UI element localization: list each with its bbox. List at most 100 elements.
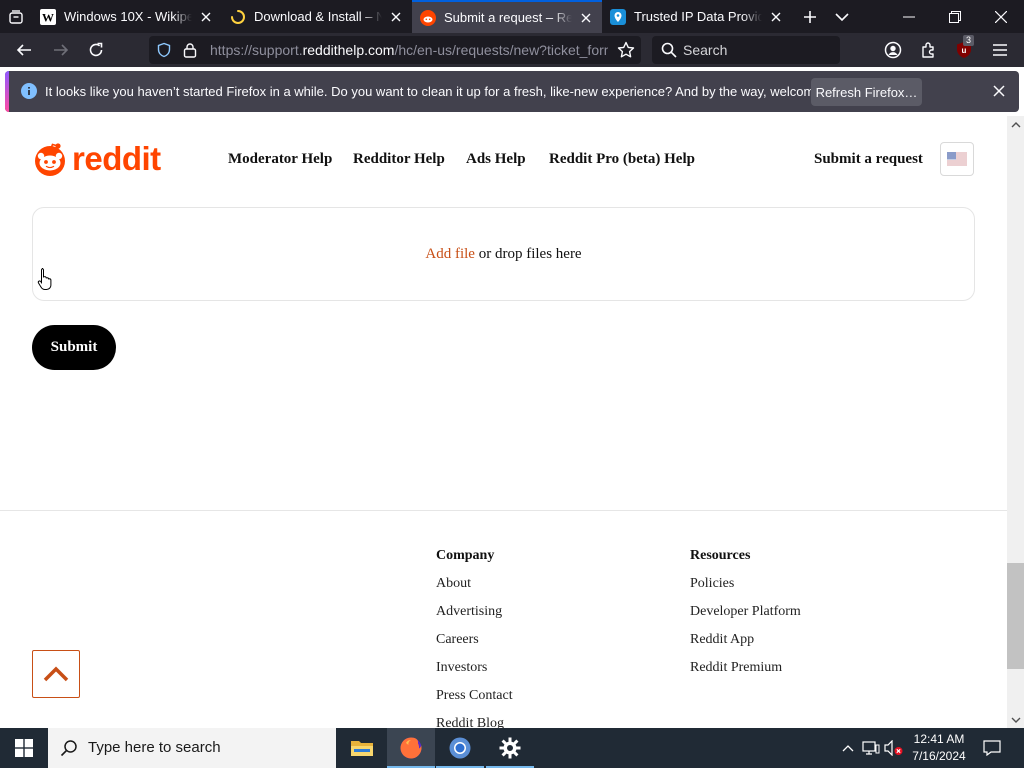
nav-moderator-help[interactable]: Moderator Help (228, 151, 332, 168)
url-bar[interactable]: https://support.reddithelp.com/hc/en-us/… (149, 36, 641, 64)
navigation-toolbar: https://support.reddithelp.com/hc/en-us/… (0, 33, 1024, 67)
tab-title: Submit a request – Reddit (444, 10, 572, 25)
tab-ip-data[interactable]: Trusted IP Data Provider, f (602, 0, 792, 33)
clock-time: 12:41 AM (913, 732, 965, 746)
notification-message: It looks like you haven’t started Firefo… (45, 84, 857, 99)
clock-date: 7/16/2024 (912, 749, 966, 763)
footer-link-about[interactable]: About (436, 576, 471, 592)
file-explorer-icon[interactable] (338, 728, 386, 768)
submit-a-request-link[interactable]: Submit a request (814, 151, 923, 168)
drop-files-text: or drop files here (474, 246, 582, 262)
chevron-up-icon (43, 666, 69, 682)
tab-wikipedia[interactable]: W Windows 10X - Wikipedia (32, 0, 222, 33)
footer-link-advertising[interactable]: Advertising (436, 604, 502, 620)
system-clock[interactable]: 12:41 AM 7/16/2024 (904, 731, 974, 765)
chrome-icon[interactable] (436, 728, 484, 768)
extensions-puzzle-icon[interactable] (917, 38, 941, 62)
reload-icon[interactable] (84, 38, 108, 62)
firefox-icon[interactable] (387, 728, 435, 768)
svg-text:W: W (42, 10, 54, 24)
close-tab-icon[interactable] (388, 9, 404, 25)
tab-title: Windows 10X - Wikipedia (64, 9, 192, 24)
refresh-firefox-button[interactable]: Refresh Firefox… (811, 78, 922, 106)
url-prefix: https://support. (210, 42, 303, 58)
us-flag-icon (947, 152, 967, 166)
web-page: reddit Moderator Help Redditor Help Ads … (0, 116, 1007, 728)
close-tab-icon[interactable] (768, 9, 784, 25)
reddit-icon (420, 9, 436, 26)
footer-link-reddit-premium[interactable]: Reddit Premium (690, 660, 782, 676)
close-tab-icon[interactable] (198, 9, 214, 25)
url-text[interactable]: https://support.reddithelp.com/hc/en-us/… (210, 42, 608, 58)
tracking-protection-shield-icon[interactable] (156, 42, 172, 63)
search-icon (60, 739, 78, 762)
volume-muted-icon[interactable] (884, 738, 904, 758)
footer-link-reddit-app[interactable]: Reddit App (690, 632, 754, 648)
footer-link-policies[interactable]: Policies (690, 576, 734, 592)
mouse-pointer-hand-icon (37, 267, 53, 296)
footer-company-heading: Company (436, 548, 495, 563)
lock-icon[interactable] (183, 42, 197, 63)
tab-title: Trusted IP Data Provider, f (634, 9, 762, 24)
add-file-link[interactable]: Add file (425, 246, 475, 262)
reddit-logo[interactable]: reddit (32, 140, 161, 178)
footer-resources-heading: Resources (690, 548, 751, 563)
nav-reddit-pro-help[interactable]: Reddit Pro (beta) Help (549, 151, 695, 168)
minimize-icon[interactable] (886, 0, 932, 33)
tab-download[interactable]: Download & Install – Nor (222, 0, 412, 33)
info-icon (21, 83, 37, 104)
restore-icon[interactable] (932, 0, 978, 33)
close-tab-icon[interactable] (578, 10, 594, 26)
url-host: reddithelp.com (302, 42, 395, 58)
loading-spinner-icon (230, 9, 246, 25)
tab-bar: W Windows 10X - Wikipedia Download & Ins… (0, 0, 1024, 33)
footer-link-developer-platform[interactable]: Developer Platform (690, 604, 801, 620)
page-scrollbar-thumb[interactable] (1007, 563, 1024, 669)
location-pin-icon (610, 8, 626, 25)
svg-text:u: u (962, 46, 967, 55)
close-window-icon[interactable] (978, 0, 1024, 33)
language-selector-button[interactable] (940, 142, 974, 176)
windows-taskbar: Type here to search 12:41 AM 7/16/2024 (0, 728, 1024, 768)
bookmark-star-icon[interactable] (617, 41, 635, 64)
close-notification-icon[interactable] (993, 84, 1005, 102)
extension-badge-count: 3 (963, 35, 975, 46)
drop-zone-text: Add file or drop files here (33, 246, 974, 263)
reddit-wordmark: reddit (72, 140, 161, 177)
scroll-up-arrow-icon[interactable] (1007, 118, 1024, 132)
ublock-origin-icon[interactable]: u 3 (952, 35, 976, 62)
scroll-down-arrow-icon[interactable] (1007, 713, 1024, 727)
windows-start-icon[interactable] (0, 728, 48, 768)
tab-list-icon[interactable] (4, 5, 28, 29)
action-center-notification-icon[interactable] (982, 738, 1002, 758)
footer-link-reddit-blog[interactable]: Reddit Blog (436, 716, 504, 728)
back-arrow-icon[interactable] (12, 38, 36, 62)
taskbar-search-box[interactable]: Type here to search (48, 728, 336, 768)
settings-gear-icon[interactable] (486, 728, 534, 768)
footer-link-investors[interactable]: Investors (436, 660, 487, 676)
nav-ads-help[interactable]: Ads Help (466, 151, 526, 168)
footer-link-careers[interactable]: Careers (436, 632, 479, 648)
taskbar-search-placeholder: Type here to search (88, 739, 221, 756)
search-placeholder: Search (683, 42, 728, 58)
tab-title: Download & Install – Nor (254, 9, 382, 24)
reddit-snoo-icon (35, 143, 65, 176)
footer-divider (0, 510, 1007, 511)
new-tab-icon[interactable] (798, 0, 822, 33)
submit-button[interactable]: Submit (32, 325, 116, 370)
search-icon (661, 42, 677, 63)
hamburger-menu-icon[interactable] (988, 38, 1012, 62)
refresh-firefox-notification: It looks like you haven’t started Firefo… (5, 71, 1019, 112)
network-icon[interactable] (861, 738, 881, 758)
account-icon[interactable] (881, 38, 905, 62)
list-all-tabs-chevron-icon[interactable] (830, 0, 854, 33)
tab-reddit-submit-request[interactable]: Submit a request – Reddit (412, 0, 602, 33)
url-path: /hc/en-us/requests/new?ticket_form_id= (394, 42, 608, 58)
show-hidden-icons-chevron-icon[interactable] (838, 738, 858, 758)
search-bar[interactable]: Search (652, 36, 840, 64)
file-drop-zone[interactable]: Add file or drop files here (32, 207, 975, 301)
forward-arrow-icon[interactable] (49, 38, 73, 62)
nav-redditor-help[interactable]: Redditor Help (353, 151, 445, 168)
footer-link-press-contact[interactable]: Press Contact (436, 688, 513, 704)
scroll-to-top-button[interactable] (32, 650, 80, 698)
